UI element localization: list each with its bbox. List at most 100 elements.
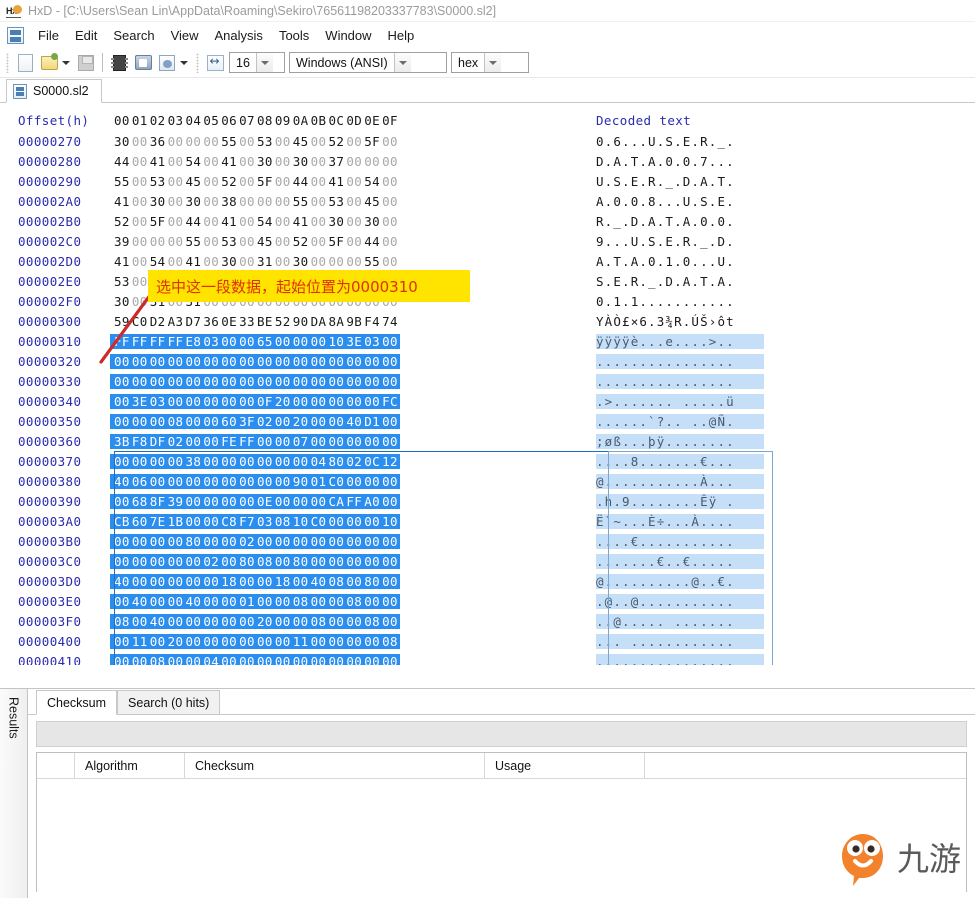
hex-row-bytes[interactable]: 30 00 36 00 00 00 55 00 53 00 45 00 52 00 5F 00	[110, 134, 400, 149]
hex-byte[interactable]: F7	[239, 514, 257, 529]
hex-byte[interactable]: 00	[132, 134, 150, 149]
hex-byte[interactable]: 00	[311, 154, 329, 169]
hex-byte[interactable]: 40	[186, 594, 204, 609]
hex-byte[interactable]: D2	[150, 314, 168, 329]
hex-byte[interactable]: 00	[132, 234, 150, 249]
hex-byte[interactable]: 00	[132, 614, 150, 629]
hex-byte[interactable]: 53	[114, 274, 132, 289]
hex-byte[interactable]: 00	[346, 654, 364, 666]
hex-byte[interactable]: 00	[186, 654, 204, 666]
hex-row-decoded-text[interactable]: Ë`~...È÷...À....	[596, 513, 764, 529]
hex-byte[interactable]: 41	[186, 254, 204, 269]
hex-row-bytes[interactable]: 00 40 00 00 40 00 00 01 00 00 08 00 00 08 00 00	[110, 593, 400, 609]
hex-row[interactable]: 00000310 FF FF FF FF E8 03 00 00 65 00 00 00 10 3E 03 00…	[0, 331, 975, 351]
hex-byte[interactable]: 00	[203, 534, 221, 549]
hex-byte[interactable]: 00	[293, 654, 311, 666]
hex-byte[interactable]: 54	[186, 154, 204, 169]
hex-byte[interactable]: 00	[364, 434, 382, 449]
hex-byte[interactable]: 40	[150, 614, 168, 629]
hex-byte[interactable]: 30	[150, 194, 168, 209]
hex-byte[interactable]: F4	[364, 314, 382, 329]
hex-byte[interactable]: 00	[275, 354, 293, 369]
hex-byte[interactable]: 00	[239, 194, 257, 209]
hex-byte[interactable]: 00	[203, 354, 221, 369]
hex-byte[interactable]: 00	[382, 134, 400, 149]
hex-byte[interactable]: 00	[293, 494, 311, 509]
hex-byte[interactable]: 08	[168, 414, 186, 429]
hex-byte[interactable]: C0	[329, 474, 347, 489]
hex-row-bytes[interactable]: 00 00 00 00 80 00 00 02 00 00 00 00 00 00 00 00	[110, 533, 400, 549]
hex-row-decoded-text[interactable]: 9...U.S.E.R._.D.	[596, 234, 764, 249]
hex-byte[interactable]: 90	[293, 474, 311, 489]
hex-byte[interactable]: 00	[275, 634, 293, 649]
hex-byte[interactable]: 40	[311, 574, 329, 589]
hex-byte[interactable]: 10	[293, 514, 311, 529]
hex-byte[interactable]: 80	[329, 454, 347, 469]
hex-byte[interactable]: 00	[150, 534, 168, 549]
hex-byte[interactable]: 00	[150, 454, 168, 469]
menu-item-tools[interactable]: Tools	[271, 25, 317, 46]
hex-byte[interactable]: 00	[114, 494, 132, 509]
hex-byte[interactable]: 00	[257, 474, 275, 489]
hex-byte[interactable]: 80	[364, 574, 382, 589]
hex-byte[interactable]: 00	[382, 434, 400, 449]
hex-byte[interactable]: 00	[203, 214, 221, 229]
hex-byte[interactable]: 30	[221, 254, 239, 269]
hex-byte[interactable]: 00	[114, 654, 132, 666]
hex-byte[interactable]: 00	[257, 594, 275, 609]
hex-byte[interactable]: 00	[311, 534, 329, 549]
hex-byte[interactable]: 00	[257, 634, 275, 649]
hex-byte[interactable]: 10	[382, 514, 400, 529]
hex-byte[interactable]: 00	[329, 394, 347, 409]
hex-byte[interactable]: 30	[186, 194, 204, 209]
hex-byte[interactable]: 00	[329, 254, 347, 269]
hex-byte[interactable]: 00	[168, 194, 186, 209]
hex-byte[interactable]: 18	[275, 574, 293, 589]
hex-row[interactable]: 00000410 00 00 08 00 00 04 00 00 00 00 00 00 00 00 00 00…	[0, 651, 975, 665]
hex-byte[interactable]: 3F	[239, 414, 257, 429]
hex-byte[interactable]: 00	[239, 334, 257, 349]
hex-byte[interactable]: 00	[114, 554, 132, 569]
hex-byte[interactable]: 00	[239, 654, 257, 666]
hex-byte[interactable]: 00	[150, 574, 168, 589]
hex-byte[interactable]: 00	[221, 334, 239, 349]
hex-byte[interactable]: 20	[257, 614, 275, 629]
hex-byte[interactable]: 00	[382, 154, 400, 169]
document-tab-s0000[interactable]: S0000.sl2	[6, 79, 102, 103]
hex-byte[interactable]: 00	[311, 554, 329, 569]
hex-byte[interactable]: 00	[293, 354, 311, 369]
hex-byte[interactable]: 00	[114, 594, 132, 609]
number-base-chevron-down-icon[interactable]	[484, 53, 502, 72]
hex-byte[interactable]: 08	[311, 614, 329, 629]
hex-row-decoded-text[interactable]: U.S.E.R._.D.A.T.	[596, 174, 764, 189]
hex-byte[interactable]: 00	[293, 574, 311, 589]
hex-byte[interactable]: 00	[275, 494, 293, 509]
hex-byte[interactable]: 00	[203, 454, 221, 469]
hex-byte[interactable]: 52	[329, 134, 347, 149]
hex-row-decoded-text[interactable]: @..........@..€.	[596, 573, 764, 589]
hex-byte[interactable]: C0	[311, 514, 329, 529]
hex-byte[interactable]: 00	[186, 414, 204, 429]
column-header-usage[interactable]: Usage	[485, 753, 645, 778]
hex-byte[interactable]: 00	[221, 374, 239, 389]
hex-byte[interactable]: 00	[186, 614, 204, 629]
hex-row-decoded-text[interactable]: YÀÒ£×6.3¾R.ÚŠ›ôt	[596, 314, 764, 329]
hex-byte[interactable]: 00	[221, 554, 239, 569]
hex-row-bytes[interactable]: 00 00 00 00 38 00 00 00 00 00 00 04 80 02 0C 12	[110, 453, 400, 469]
hex-byte[interactable]: 80	[239, 554, 257, 569]
hex-byte[interactable]: 11	[132, 634, 150, 649]
hex-row[interactable]: 000002D0 41 00 54 00 41 00 30 00 31 00 30 00 00 00 55 00…	[0, 251, 975, 271]
hex-row[interactable]: 00000280 44 00 41 00 54 00 41 00 30 00 30 00 37 00 00 00…	[0, 151, 975, 171]
hex-byte[interactable]: 00	[168, 454, 186, 469]
hex-byte[interactable]: 00	[275, 534, 293, 549]
hex-byte[interactable]: 08	[150, 654, 168, 666]
hex-byte[interactable]: 40	[132, 594, 150, 609]
hex-byte[interactable]: 00	[221, 394, 239, 409]
hex-byte[interactable]: 00	[150, 414, 168, 429]
hex-byte[interactable]: 00	[168, 154, 186, 169]
hex-byte[interactable]: 39	[168, 494, 186, 509]
hex-byte[interactable]: 55	[364, 254, 382, 269]
hex-byte[interactable]: 00	[275, 194, 293, 209]
hex-byte[interactable]: 00	[203, 574, 221, 589]
hex-byte[interactable]: 00	[382, 214, 400, 229]
